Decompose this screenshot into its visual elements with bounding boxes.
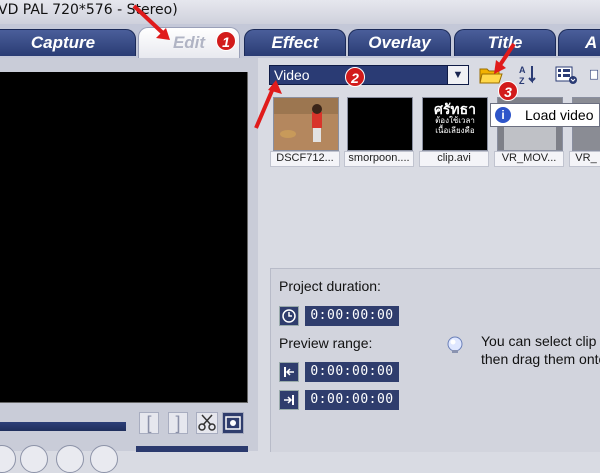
annotation-arrow-1	[132, 4, 170, 40]
mark-out-label: ]	[175, 413, 181, 433]
page-icon	[590, 69, 598, 80]
hint-text: You can select clip then drag them onto	[481, 332, 600, 368]
scissors-icon	[198, 414, 216, 431]
mark-in-label: [	[146, 413, 152, 433]
library-category-dropdown[interactable]: Video ▼	[269, 65, 469, 85]
tooltip-text: Load video	[525, 107, 594, 123]
view-grid-icon	[555, 66, 577, 84]
lightbulb-icon	[447, 336, 463, 353]
view-options-button[interactable]	[554, 62, 580, 88]
clip-label: VR_MOV...	[494, 151, 564, 167]
step-badge-3: 3	[498, 81, 518, 101]
project-duration-label: Project duration:	[279, 278, 381, 294]
tab-capture-label: Capture	[30, 33, 96, 52]
annotation-arrow-2	[254, 80, 282, 129]
range-start-value: 0:00:00:00	[305, 362, 399, 382]
preview-screen	[0, 72, 248, 403]
title-bar: VD PAL 720*576 - Stereo)	[0, 0, 600, 24]
mark-in-button[interactable]: [	[139, 412, 159, 434]
tab-effect[interactable]: Effect	[244, 29, 346, 56]
clip-thumbnail[interactable]	[347, 97, 413, 151]
toolbar-extra-button[interactable]	[588, 62, 600, 88]
tab-overlay[interactable]: Overlay	[348, 29, 451, 56]
annotation-arrow-3	[494, 42, 516, 74]
timecode-display	[136, 446, 248, 452]
tab-capture[interactable]: Capture	[0, 29, 136, 56]
clip-label: DSCF712...	[270, 151, 340, 167]
clip-thumb-text: ศรัทธา	[433, 101, 477, 117]
info-icon: i	[495, 107, 511, 123]
step-badge-1: 1	[216, 31, 236, 51]
clip-label: clip.avi	[419, 151, 489, 167]
clock-button[interactable]	[279, 306, 299, 326]
tab-overlay-label: Overlay	[368, 33, 431, 52]
clip-thumb-text: เนื้อเลียงคือ	[435, 126, 475, 135]
clock-icon	[282, 309, 296, 323]
chevron-down-icon: ▼	[447, 66, 468, 84]
skip-end-icon	[284, 395, 294, 405]
split-clip-button[interactable]	[196, 412, 218, 434]
hint-line-2: then drag them onto	[481, 351, 600, 367]
range-end-button[interactable]	[279, 390, 299, 410]
playback-control-3[interactable]	[56, 445, 84, 473]
tab-effect-label: Effect	[271, 33, 319, 52]
load-video-tooltip: i Load video	[490, 103, 600, 127]
clip-thumbnail[interactable]: ศรัทธา ต้องใช้เวลา เนื้อเลียงคือ	[422, 97, 488, 151]
enlarge-preview-button[interactable]	[222, 412, 244, 434]
preview-range-label: Preview range:	[279, 335, 373, 351]
range-start-button[interactable]	[279, 362, 299, 382]
project-duration-value: 0:00:00:00	[305, 306, 399, 326]
clip-label: smorpoon....	[344, 151, 414, 167]
step-badge-2: 2	[345, 67, 365, 87]
tab-audio-label: A	[585, 33, 598, 52]
svg-text:A: A	[519, 65, 526, 75]
skip-start-icon	[284, 367, 294, 377]
range-end-value: 0:00:00:00	[305, 390, 399, 410]
hint-line-1: You can select clip	[481, 333, 597, 349]
clip-label: VR_	[569, 151, 600, 167]
playback-control-2[interactable]	[20, 445, 48, 473]
playback-control-4[interactable]	[90, 445, 118, 473]
preview-scrub-bar[interactable]	[0, 422, 126, 431]
clip-thumb-text: ต้องใช้เวลา	[435, 116, 475, 125]
enlarge-icon	[225, 416, 241, 430]
tab-audio[interactable]: A	[558, 29, 600, 56]
mark-out-button[interactable]: ]	[168, 412, 188, 434]
sort-icon: A Z	[519, 65, 536, 86]
